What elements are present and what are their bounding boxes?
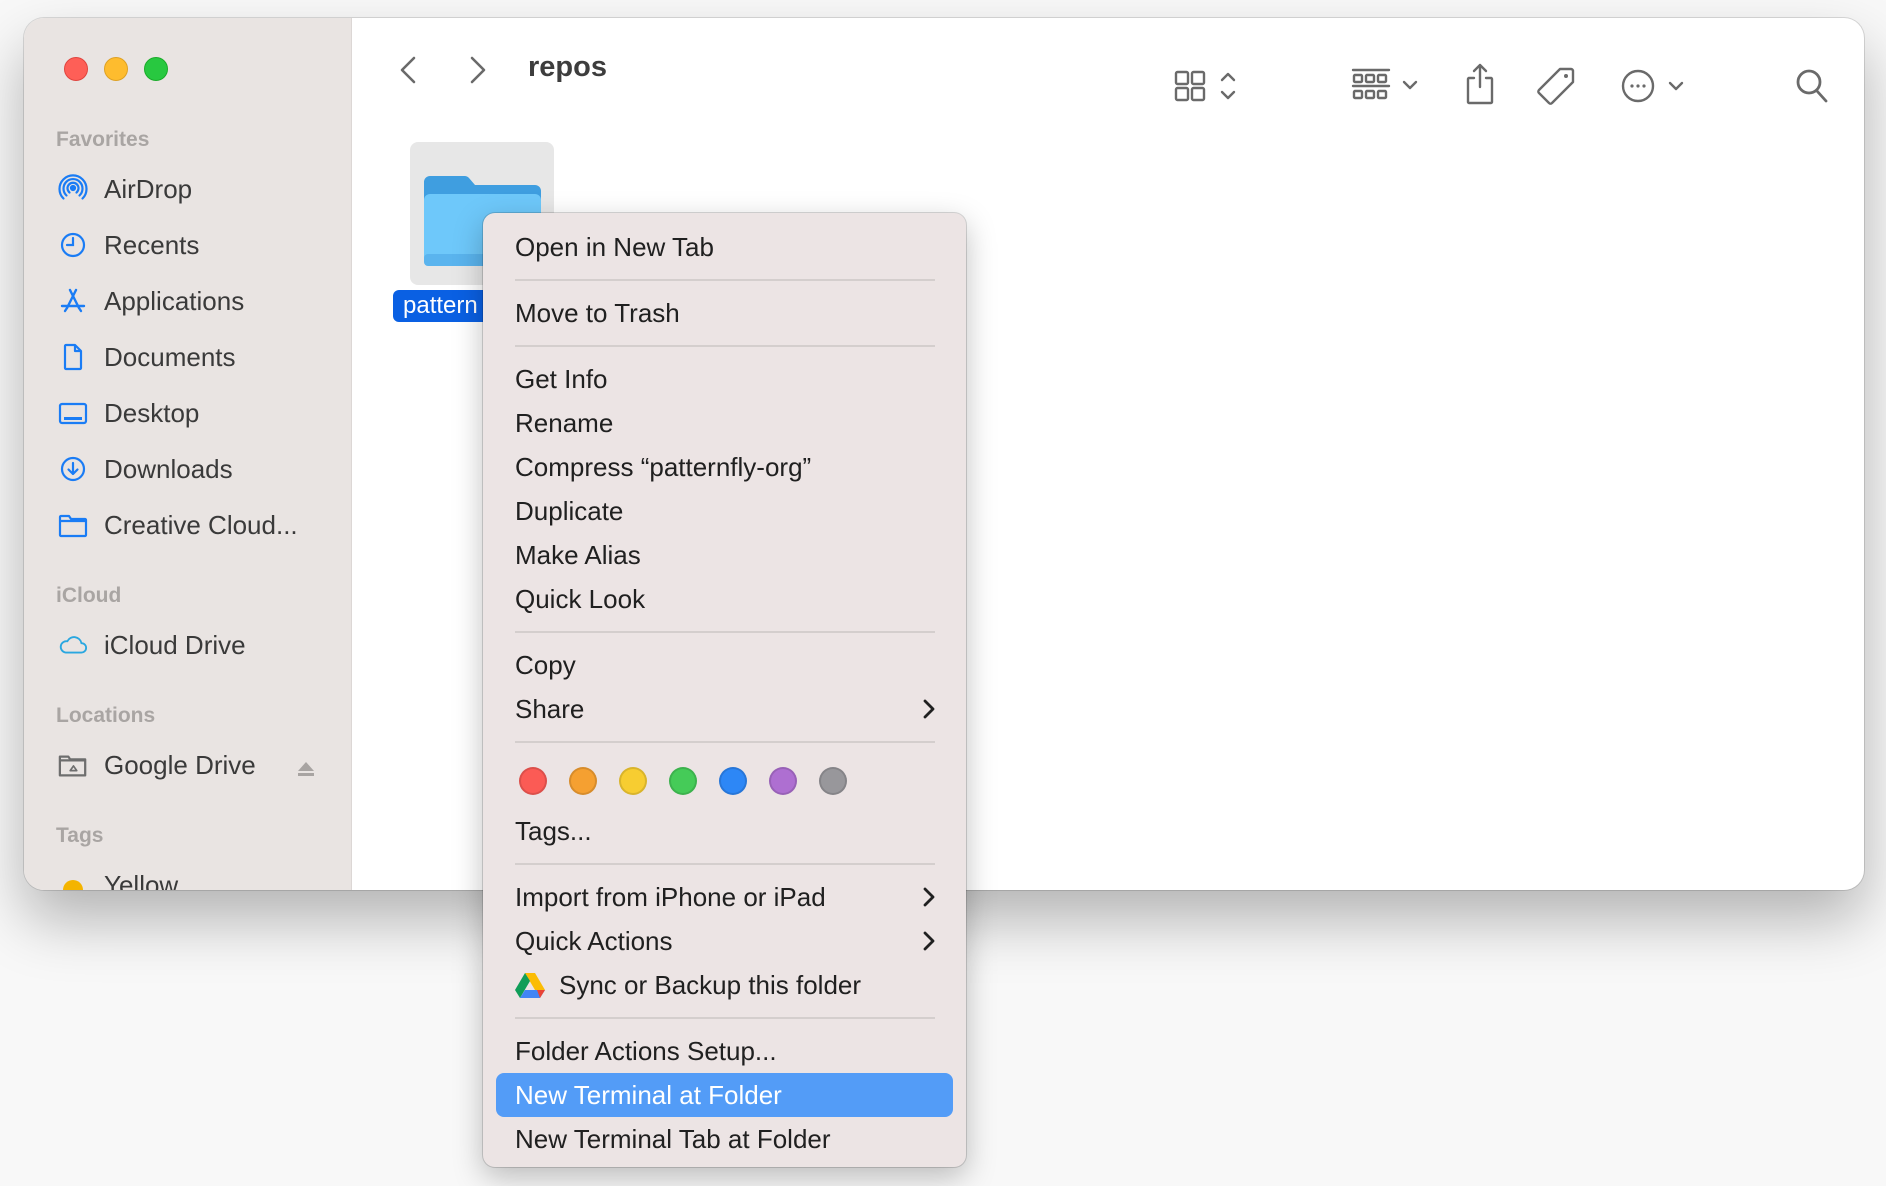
desktop-icon bbox=[56, 396, 90, 430]
minimize-button[interactable] bbox=[104, 57, 128, 81]
menu-separator bbox=[515, 345, 935, 347]
tag-icon bbox=[1537, 67, 1575, 105]
more-actions-button[interactable] bbox=[1620, 68, 1690, 104]
sidebar-item-tag-yellow[interactable]: Yellow bbox=[56, 865, 346, 890]
search-button[interactable] bbox=[1794, 66, 1830, 106]
menu-item-label: Share bbox=[515, 693, 585, 724]
document-icon bbox=[56, 340, 90, 374]
menu-item-copy[interactable]: Copy bbox=[496, 643, 953, 687]
menu-separator bbox=[515, 631, 935, 633]
tag-color-row bbox=[483, 753, 966, 809]
section-label-locations: Locations bbox=[56, 704, 156, 727]
sidebar-item-recents[interactable]: Recents bbox=[56, 225, 346, 265]
share-icon bbox=[1466, 63, 1494, 105]
ellipsis-icon bbox=[1621, 69, 1684, 103]
tag-purple[interactable] bbox=[769, 767, 797, 795]
menu-separator bbox=[515, 863, 935, 865]
window-title: repos bbox=[528, 51, 607, 83]
menu-item-import-from-iphone[interactable]: Import from iPhone or iPad bbox=[496, 875, 953, 919]
sidebar-item-label: iCloud Drive bbox=[104, 629, 246, 660]
sidebar-item-label: Downloads bbox=[104, 453, 233, 484]
menu-item-folder-actions-setup[interactable]: Folder Actions Setup... bbox=[496, 1029, 953, 1073]
menu-item-make-alias[interactable]: Make Alias bbox=[496, 533, 953, 577]
menu-item-get-info[interactable]: Get Info bbox=[496, 357, 953, 401]
menu-item-open-in-new-tab[interactable]: Open in New Tab bbox=[496, 225, 953, 269]
sidebar-item-creative-cloud[interactable]: Creative Cloud... bbox=[56, 505, 346, 545]
sidebar-item-icloud-drive[interactable]: iCloud Drive bbox=[56, 625, 346, 665]
menu-item-rename[interactable]: Rename bbox=[496, 401, 953, 445]
chevron-right-icon bbox=[923, 931, 935, 951]
chevron-right-icon bbox=[923, 699, 935, 719]
sidebar-item-google-drive[interactable]: Google Drive bbox=[56, 745, 346, 785]
menu-item-sync-or-backup[interactable]: Sync or Backup this folder bbox=[496, 963, 953, 1007]
back-button[interactable] bbox=[396, 54, 420, 86]
folder-icon bbox=[56, 508, 90, 542]
sidebar-item-desktop[interactable]: Desktop bbox=[56, 393, 346, 433]
tag-yellow[interactable] bbox=[619, 767, 647, 795]
view-mode-button[interactable] bbox=[1174, 68, 1244, 104]
section-label-icloud: iCloud bbox=[56, 584, 122, 607]
chevron-right-icon bbox=[470, 56, 486, 84]
menu-item-duplicate[interactable]: Duplicate bbox=[496, 489, 953, 533]
section-label-tags: Tags bbox=[56, 824, 104, 847]
sidebar-item-label: Creative Cloud... bbox=[104, 509, 298, 540]
cloud-icon bbox=[56, 628, 90, 662]
menu-item-compress[interactable]: Compress “patternfly-org” bbox=[496, 445, 953, 489]
sidebar: Favorites AirDrop Recents Applications D… bbox=[24, 18, 352, 890]
sidebar-item-label: Recents bbox=[104, 229, 200, 260]
menu-item-new-terminal-at-folder[interactable]: New Terminal at Folder bbox=[496, 1073, 953, 1117]
tag-dot-icon bbox=[56, 868, 90, 890]
menu-item-quick-look[interactable]: Quick Look bbox=[496, 577, 953, 621]
icon-view-icon bbox=[1174, 70, 1236, 102]
airdrop-icon bbox=[56, 172, 90, 206]
menu-item-label: Quick Actions bbox=[515, 925, 673, 956]
menu-item-label: Sync or Backup this folder bbox=[559, 969, 862, 1000]
sidebar-item-label: Yellow bbox=[104, 869, 179, 891]
download-icon bbox=[56, 452, 90, 486]
close-button[interactable] bbox=[64, 57, 88, 81]
tag-blue[interactable] bbox=[719, 767, 747, 795]
menu-item-move-to-trash[interactable]: Move to Trash bbox=[496, 291, 953, 335]
clock-icon bbox=[56, 228, 90, 262]
menu-separator bbox=[515, 741, 935, 743]
group-button[interactable] bbox=[1351, 68, 1421, 104]
eject-icon[interactable] bbox=[296, 755, 316, 776]
sidebar-item-label: Google Drive bbox=[104, 749, 256, 780]
sidebar-item-label: AirDrop bbox=[104, 173, 193, 204]
sidebar-item-applications[interactable]: Applications bbox=[56, 281, 346, 321]
google-drive-icon bbox=[515, 973, 545, 998]
menu-separator bbox=[515, 279, 935, 281]
sidebar-item-downloads[interactable]: Downloads bbox=[56, 449, 346, 489]
tag-gray[interactable] bbox=[819, 767, 847, 795]
menu-item-share[interactable]: Share bbox=[496, 687, 953, 731]
share-button[interactable] bbox=[1464, 62, 1496, 106]
menu-separator bbox=[515, 1017, 935, 1019]
tag-orange[interactable] bbox=[569, 767, 597, 795]
menu-item-quick-actions[interactable]: Quick Actions bbox=[496, 919, 953, 963]
sidebar-item-label: Applications bbox=[104, 285, 245, 316]
drive-folder-icon bbox=[56, 748, 90, 782]
sidebar-item-label: Documents bbox=[104, 341, 236, 372]
menu-item-tags[interactable]: Tags... bbox=[496, 809, 953, 853]
chevron-right-icon bbox=[923, 887, 935, 907]
tag-button[interactable] bbox=[1536, 66, 1576, 106]
applications-icon bbox=[56, 284, 90, 318]
search-icon bbox=[1796, 69, 1828, 103]
menu-item-new-terminal-tab-at-folder[interactable]: New Terminal Tab at Folder bbox=[496, 1117, 953, 1161]
section-label-favorites: Favorites bbox=[56, 128, 150, 151]
menu-item-label: Import from iPhone or iPad bbox=[515, 881, 826, 912]
sidebar-item-airdrop[interactable]: AirDrop bbox=[56, 169, 346, 209]
zoom-button[interactable] bbox=[144, 57, 168, 81]
tag-red[interactable] bbox=[519, 767, 547, 795]
chevron-left-icon bbox=[400, 56, 416, 84]
forward-button[interactable] bbox=[466, 54, 490, 86]
sidebar-item-documents[interactable]: Documents bbox=[56, 337, 346, 377]
sidebar-item-label: Desktop bbox=[104, 397, 200, 428]
group-view-icon bbox=[1351, 68, 1418, 100]
context-menu: Open in New Tab Move to Trash Get Info R… bbox=[483, 213, 966, 1167]
tag-green[interactable] bbox=[669, 767, 697, 795]
